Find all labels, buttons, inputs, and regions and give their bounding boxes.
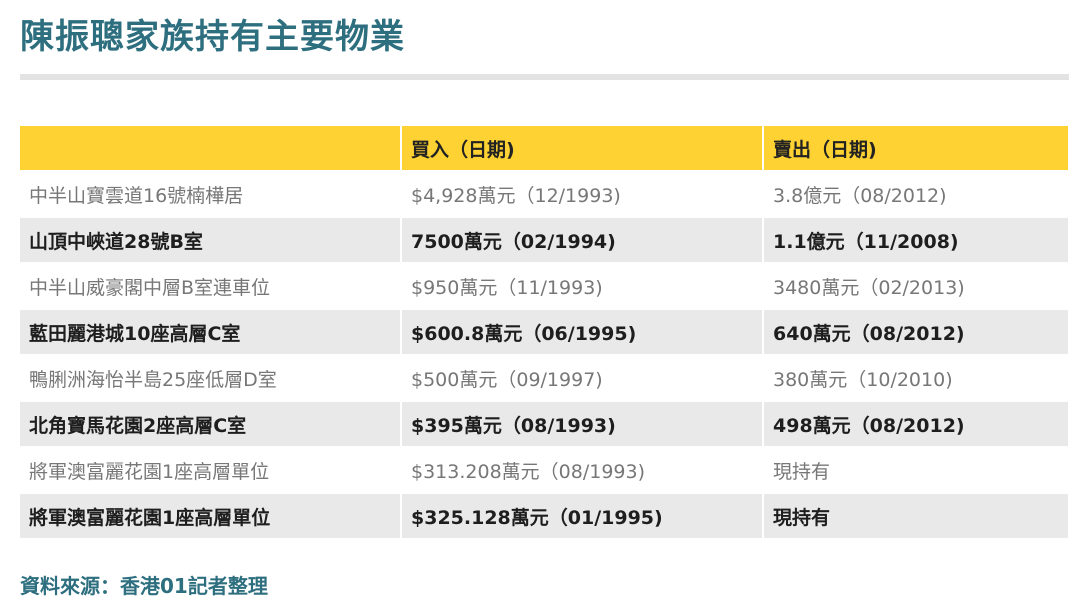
bought-cell: $600.8萬元（06/1995) [400, 308, 763, 355]
bought-cell: $950萬元（11/1993) [400, 262, 763, 309]
property-cell: 鴨脷洲海怡半島25座低層D室 [20, 354, 401, 401]
table-row: 將軍澳富麗花園1座高層單位 $313.208萬元（08/1993) 現持有 [20, 446, 1068, 493]
sold-cell: 498萬元（08/2012) [762, 400, 1068, 447]
source-note: 資料來源：香港01記者整理 [20, 574, 268, 598]
table-row: 中半山威豪閣中層B室連車位 $950萬元（11/1993) 3480萬元（02/… [20, 262, 1068, 309]
sold-cell: 3480萬元（02/2013) [762, 262, 1068, 309]
property-table: 買入（日期) 賣出（日期) 中半山寶雲道16號楠樺居 $4,928萬元（12/1… [20, 126, 1068, 538]
bought-cell: $4,928萬元（12/1993) [400, 170, 763, 217]
bought-cell: $313.208萬元（08/1993) [400, 446, 763, 493]
table-header-row: 買入（日期) 賣出（日期) [20, 126, 1068, 171]
sold-cell: 現持有 [762, 446, 1068, 493]
sold-cell: 380萬元（10/2010) [762, 354, 1068, 401]
table-row: 藍田麗港城10座高層C室 $600.8萬元（06/1995) 640萬元（08/… [20, 308, 1068, 355]
sold-cell: 1.1億元（11/2008) [762, 216, 1068, 263]
table-row: 鴨脷洲海怡半島25座低層D室 $500萬元（09/1997) 380萬元（10/… [20, 354, 1068, 401]
table-row: 山頂中峽道28號B室 7500萬元（02/1994) 1.1億元（11/2008… [20, 216, 1068, 263]
property-cell: 山頂中峽道28號B室 [20, 216, 401, 263]
property-cell: 中半山寶雲道16號楠樺居 [20, 170, 401, 217]
page-title: 陳振聰家族持有主要物業 [20, 17, 405, 57]
sold-cell: 現持有 [762, 492, 1068, 538]
bought-cell: $395萬元（08/1993) [400, 400, 763, 447]
table-row: 中半山寶雲道16號楠樺居 $4,928萬元（12/1993) 3.8億元（08/… [20, 170, 1068, 217]
bought-cell: 7500萬元（02/1994) [400, 216, 763, 263]
table-row: 北角寶馬花園2座高層C室 $395萬元（08/1993) 498萬元（08/20… [20, 400, 1068, 447]
property-cell: 將軍澳富麗花園1座高層單位 [20, 446, 401, 493]
sold-cell: 640萬元（08/2012) [762, 308, 1068, 355]
bought-cell: $325.128萬元（01/1995) [400, 492, 763, 538]
property-cell: 中半山威豪閣中層B室連車位 [20, 262, 401, 309]
property-cell: 北角寶馬花園2座高層C室 [20, 400, 401, 447]
bought-cell: $500萬元（09/1997) [400, 354, 763, 401]
property-cell: 藍田麗港城10座高層C室 [20, 308, 401, 355]
title-divider [20, 74, 1069, 80]
sold-cell: 3.8億元（08/2012) [762, 170, 1068, 217]
header-bought: 買入（日期) [400, 126, 763, 171]
property-cell: 將軍澳富麗花園1座高層單位 [20, 492, 401, 538]
header-property [20, 126, 401, 171]
header-sold: 賣出（日期) [762, 126, 1068, 171]
table-row: 將軍澳富麗花園1座高層單位 $325.128萬元（01/1995) 現持有 [20, 492, 1068, 538]
